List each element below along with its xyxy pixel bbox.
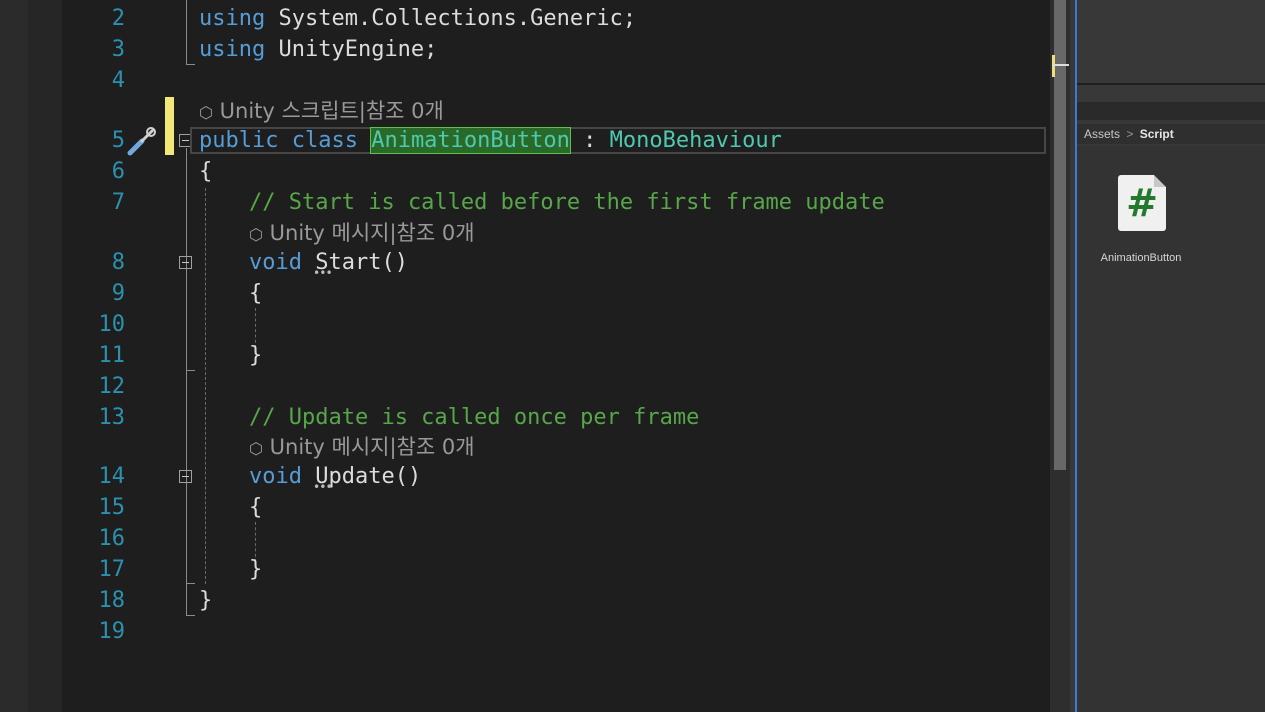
csharp-script-icon[interactable]: # <box>1118 175 1166 231</box>
unity-cube-icon: ⬡ <box>199 103 213 122</box>
code-line-15[interactable]: { <box>249 493 262 523</box>
code-text: : <box>569 128 610 153</box>
line-number: 19 <box>98 619 126 644</box>
breadcrumb-assets[interactable]: Assets <box>1084 127 1120 141</box>
line-number: 15 <box>98 495 126 520</box>
line-number: 4 <box>111 68 125 93</box>
fold-guide <box>186 64 195 65</box>
codelens-text[interactable]: Unity 메시지|참조 0개 <box>270 435 475 459</box>
code-line-3[interactable]: using UnityEngine; <box>199 35 437 65</box>
code-line-9[interactable]: { <box>249 279 262 309</box>
breadcrumb-script[interactable]: Script <box>1140 127 1174 141</box>
panel-header <box>1077 0 1265 85</box>
line-number: 17 <box>98 557 126 582</box>
codelens-start[interactable]: ⬡ Unity 메시지|참조 0개 <box>249 218 475 248</box>
keyword: void <box>249 250 302 275</box>
line-number: 12 <box>98 374 126 399</box>
code-line-11[interactable]: } <box>249 341 262 371</box>
fold-guide <box>186 148 187 615</box>
left-margin-inner <box>28 0 62 712</box>
codelens-text[interactable]: Unity 스크립트|참조 0개 <box>220 99 444 123</box>
line-number: 5 <box>111 128 125 153</box>
code-line-17[interactable]: } <box>249 555 262 585</box>
unity-cube-icon: ⬡ <box>249 225 263 244</box>
asset-name[interactable]: AnimationButton <box>1082 252 1200 264</box>
line-number: 2 <box>111 6 125 31</box>
left-margin <box>0 0 28 712</box>
code-text: UnityEngine; <box>265 37 438 62</box>
fold-guide <box>186 583 195 584</box>
code-line-13[interactable]: // Update is called once per frame <box>249 403 699 433</box>
line-number: 16 <box>98 526 126 551</box>
fold-toggle-start[interactable] <box>179 256 192 269</box>
codelens-text[interactable]: Unity 메시지|참조 0개 <box>270 221 475 245</box>
keyword: using <box>199 6 266 31</box>
change-marker <box>165 97 174 155</box>
line-number: 3 <box>111 37 125 62</box>
suggestion-dots: ••• <box>313 480 333 494</box>
scroll-change-marker <box>1052 55 1055 77</box>
line-number: 14 <box>98 464 126 489</box>
line-number: 13 <box>98 405 126 430</box>
line-number: 11 <box>98 343 126 368</box>
indent-guide <box>205 188 206 584</box>
scroll-caret-marker <box>1052 64 1069 66</box>
code-text: System.Collections.Generic; <box>265 6 637 31</box>
quick-action-screwdriver-icon[interactable] <box>124 126 158 158</box>
fold-guide <box>186 370 195 371</box>
keyword: public class <box>199 128 358 153</box>
asset-grid <box>1077 146 1265 712</box>
fold-guide <box>186 0 187 64</box>
code-line-5[interactable]: public class AnimationButton : MonoBehav… <box>199 126 782 156</box>
code-line-14[interactable]: void Update() <box>249 462 421 492</box>
base-class[interactable]: MonoBehaviour <box>610 128 782 153</box>
unity-cube-icon: ⬡ <box>249 439 263 458</box>
codelens-class[interactable]: ⬡ Unity 스크립트|참조 0개 <box>199 96 444 126</box>
breadcrumb: Assets > Script <box>1077 124 1265 144</box>
line-number: 9 <box>111 281 125 306</box>
keyword: void <box>249 464 302 489</box>
fold-toggle-update[interactable] <box>179 470 192 483</box>
code-line-7[interactable]: // Start is called before the first fram… <box>249 188 885 218</box>
line-number: 10 <box>98 312 126 337</box>
line-number: 7 <box>111 190 125 215</box>
line-number: 8 <box>111 250 125 275</box>
hash-glyph: # <box>1126 181 1158 225</box>
code-line-18[interactable]: } <box>199 586 212 616</box>
keyword: using <box>199 37 266 62</box>
code-text: () <box>381 250 408 275</box>
panel-toolbar <box>1077 102 1265 120</box>
code-text: () <box>394 464 422 489</box>
codelens-update[interactable]: ⬡ Unity 메시지|참조 0개 <box>249 432 475 462</box>
line-number: 18 <box>98 588 126 613</box>
chevron-right-icon: > <box>1126 127 1134 141</box>
line-number: 6 <box>111 159 125 184</box>
fold-guide <box>186 615 195 616</box>
scrollbar-thumb[interactable] <box>1054 0 1066 470</box>
code-line-2[interactable]: using System.Collections.Generic; <box>199 4 636 34</box>
code-line-6[interactable]: { <box>199 157 212 187</box>
class-name[interactable]: AnimationButton <box>370 127 571 154</box>
suggestion-dots: ••• <box>313 266 333 280</box>
